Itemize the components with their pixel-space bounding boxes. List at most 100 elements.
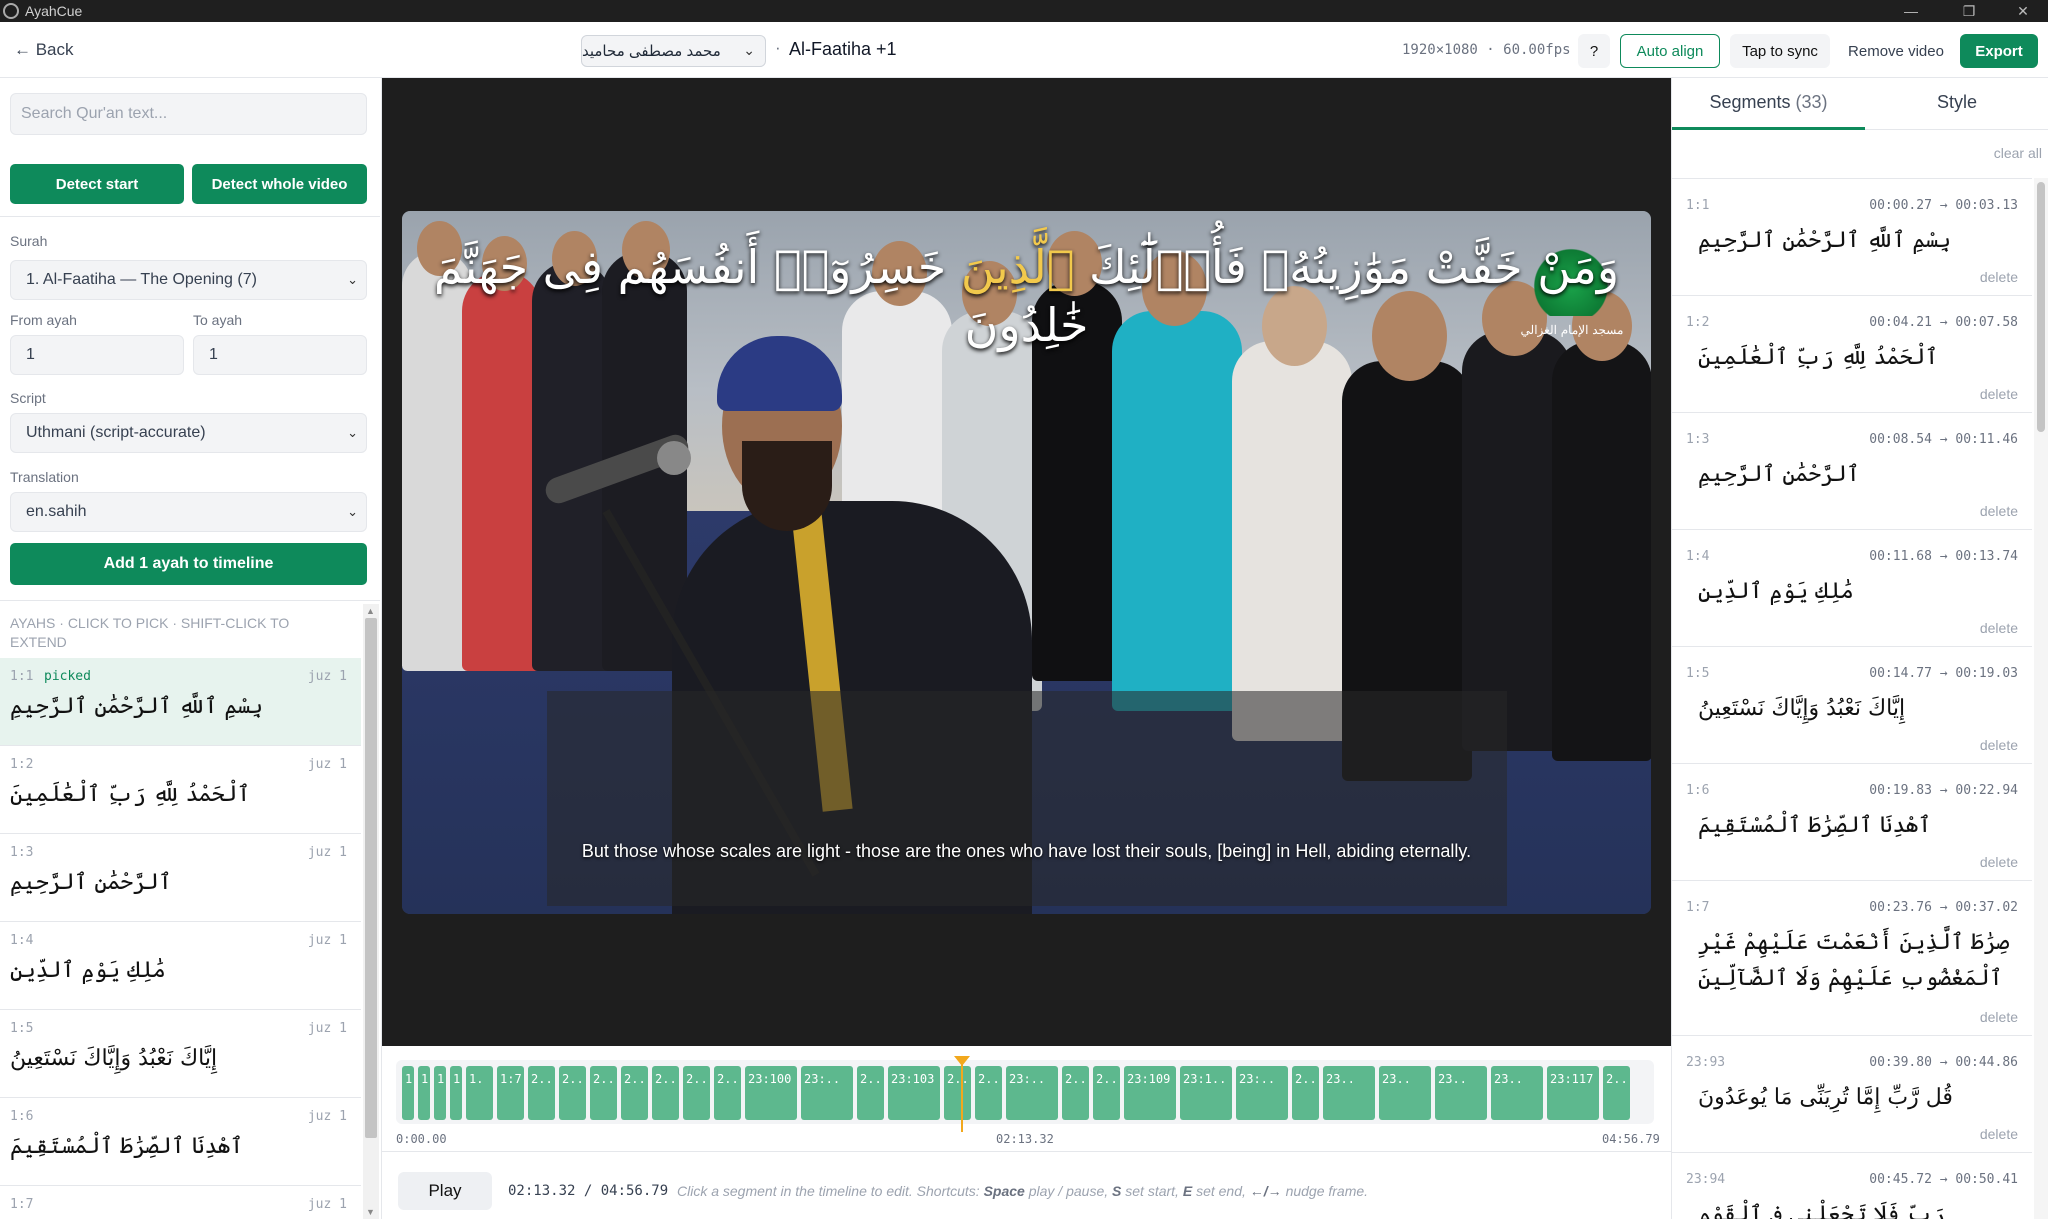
timeline-segment[interactable]: 2..: [714, 1066, 741, 1120]
delete-segment-button[interactable]: delete: [1980, 1009, 2018, 1025]
segment-item[interactable]: 23:94 00:45.72 → 00:50.41 رَبِّ فَلَا تَجْ…: [1672, 1153, 2032, 1219]
remove-video-button[interactable]: Remove video: [1840, 34, 1952, 68]
timeline-segment[interactable]: 23:100: [745, 1066, 797, 1120]
scrollbar-thumb[interactable]: [365, 618, 377, 1138]
scroll-up-icon[interactable]: ▲: [366, 606, 375, 616]
segment-times: 00:11.68 → 00:13.74: [1869, 549, 2018, 564]
video-frame[interactable]: مسجد الإمام الغزالي وَمَنْ خَفَّتْ مَوَٰ…: [402, 211, 1651, 914]
detect-start-button[interactable]: Detect start: [10, 164, 184, 204]
timeline-segment[interactable]: 2..: [590, 1066, 617, 1120]
segment-item[interactable]: 1:2 00:04.21 → 00:07.58 ٱلْحَمْدُ لِلَّهِ …: [1672, 296, 2032, 413]
segment-times: 00:19.83 → 00:22.94: [1869, 783, 2018, 798]
add-to-timeline-button[interactable]: Add 1 ayah to timeline: [10, 543, 367, 585]
minimize-icon[interactable]: —: [1888, 0, 1934, 22]
timeline-segment[interactable]: 1.: [466, 1066, 493, 1120]
timeline-segment[interactable]: 1: [450, 1066, 462, 1120]
scrollbar-thumb[interactable]: [2037, 182, 2045, 432]
worshipper: [1552, 341, 1651, 761]
caption-arabic-post: خَسِرُوٓا۟ أَنفُسَهُم فِى جَهَنَّمَ: [433, 240, 961, 294]
timeline-segment[interactable]: 1: [402, 1066, 414, 1120]
timeline-tick-mid: 02:13.32: [996, 1132, 1054, 1146]
timeline-segment[interactable]: 2..: [559, 1066, 586, 1120]
segment-item[interactable]: 1:4 00:11.68 → 00:13.74 مَٰلِكِ يَوْمِ ٱلد…: [1672, 530, 2032, 647]
delete-segment-button[interactable]: delete: [1980, 737, 2018, 753]
translation-select[interactable]: en.sahih ⌄: [10, 492, 367, 532]
timeline-segment[interactable]: 2..: [944, 1066, 971, 1120]
clear-all-button[interactable]: clear all: [1994, 145, 2042, 161]
segment-item[interactable]: 23:93 00:39.80 → 00:44.86 قُل رَّبِّ إِمَّ…: [1672, 1036, 2032, 1153]
timeline-segment[interactable]: 2..: [528, 1066, 555, 1120]
timeline-segment[interactable]: 2..: [1292, 1066, 1319, 1120]
export-button[interactable]: Export: [1960, 34, 2038, 68]
timeline-segment[interactable]: 2..: [621, 1066, 648, 1120]
timeline-segment[interactable]: 23:1..: [1180, 1066, 1232, 1120]
playhead[interactable]: [961, 1062, 963, 1132]
chevron-down-icon: ⌄: [347, 272, 358, 287]
timeline-segment[interactable]: 23:..: [1006, 1066, 1058, 1120]
ayah-list-item[interactable]: 1:3 juz 1 ٱلرَّحْمَٰنِ ٱلرَّحِيمِ: [0, 834, 361, 922]
play-button[interactable]: Play: [398, 1172, 492, 1210]
tab-segments[interactable]: Segments (33): [1672, 78, 1865, 130]
back-button[interactable]: ← Back: [14, 40, 74, 60]
restore-icon[interactable]: ❐: [1946, 0, 1992, 22]
ayah-list-item[interactable]: 1:7 juz 1: [0, 1186, 361, 1219]
segment-item[interactable]: 1:7 00:23.76 → 00:37.02 صِرَٰطَ ٱلَّذِينَ …: [1672, 881, 2032, 1036]
help-button[interactable]: ?: [1578, 34, 1610, 68]
segment-item[interactable]: 1:1 00:00.27 → 00:03.13 بِسْمِ ٱللَّهِ ٱلر…: [1672, 179, 2032, 296]
delete-segment-button[interactable]: delete: [1980, 386, 2018, 402]
timeline-segment[interactable]: 1: [418, 1066, 430, 1120]
detect-whole-video-button[interactable]: Detect whole video: [192, 164, 367, 204]
to-ayah-input[interactable]: 1: [193, 335, 367, 375]
timeline-segment[interactable]: 2..: [652, 1066, 679, 1120]
delete-segment-button[interactable]: delete: [1980, 854, 2018, 870]
delete-segment-button[interactable]: delete: [1980, 269, 2018, 285]
surah-select[interactable]: 1. Al-Faatiha — The Opening (7) ⌄: [10, 260, 367, 300]
timeline-segment[interactable]: 23..: [1323, 1066, 1375, 1120]
timeline-segment[interactable]: 23:..: [801, 1066, 853, 1120]
timeline-segment[interactable]: 23..: [1435, 1066, 1487, 1120]
delete-segment-button[interactable]: delete: [1980, 1126, 2018, 1142]
timeline-segment[interactable]: 1: [434, 1066, 446, 1120]
scroll-down-icon[interactable]: ▼: [366, 1207, 375, 1217]
timeline-segment[interactable]: 23..: [1379, 1066, 1431, 1120]
segment-times: 00:04.21 → 00:07.58: [1869, 315, 2018, 330]
timeline-segment[interactable]: 23:103: [888, 1066, 940, 1120]
timeline-segment[interactable]: 23:117: [1547, 1066, 1599, 1120]
ayah-list-item[interactable]: 1:1 picked juz 1 بِسْمِ ٱللَّهِ ٱلرَّحْمَٰن…: [0, 658, 361, 746]
caption-arabic-line-2: خَٰلِدُونَ: [964, 298, 1089, 352]
ayah-list-item[interactable]: 1:4 juz 1 مَٰلِكِ يَوْمِ ٱلدِّينِ: [0, 922, 361, 1010]
timeline-segment[interactable]: 2..: [1062, 1066, 1089, 1120]
timeline-segment[interactable]: 2..: [1093, 1066, 1120, 1120]
from-ayah-input[interactable]: 1: [10, 335, 184, 375]
ayah-list-scrollbar[interactable]: ▲ ▼: [363, 604, 379, 1219]
ayah-list-item[interactable]: 1:5 juz 1 إِيَّاكَ نَعْبُدُ وَإِيَّاكَ نَس…: [0, 1010, 361, 1098]
timeline-segment[interactable]: 2..: [1603, 1066, 1630, 1120]
timeline-segment[interactable]: 2..: [683, 1066, 710, 1120]
timeline-segment[interactable]: 23:109: [1124, 1066, 1176, 1120]
segment-item[interactable]: 1:5 00:14.77 → 00:19.03 إِيَّاكَ نَعْبُدُ …: [1672, 647, 2032, 764]
top-toolbar: ← Back محمد مصطفى محاميد ⌄ · Al-Faatiha …: [0, 22, 2048, 78]
ayah-list-item[interactable]: 1:2 juz 1 ٱلْحَمْدُ لِلَّهِ رَبِّ ٱلْعَٰلَ…: [0, 746, 361, 834]
auto-align-button[interactable]: Auto align: [1620, 34, 1720, 68]
close-icon[interactable]: ✕: [2000, 0, 2046, 22]
caption-arabic-pre: وَمَنْ خَفَّتْ مَوَٰزِينُهُۥ فَأُو۟لَٰٓئ…: [1074, 240, 1620, 294]
delete-segment-button[interactable]: delete: [1980, 620, 2018, 636]
timeline-segment[interactable]: 2..: [857, 1066, 884, 1120]
script-select[interactable]: Uthmani (script-accurate) ⌄: [10, 413, 367, 453]
timeline-segment[interactable]: 2..: [975, 1066, 1002, 1120]
segment-times: 00:14.77 → 00:19.03: [1869, 666, 2018, 681]
tap-to-sync-button[interactable]: Tap to sync: [1730, 34, 1830, 68]
segment-list-scrollbar[interactable]: [2034, 178, 2048, 1219]
ayah-list-item[interactable]: 1:6 juz 1 ٱهْدِنَا ٱلصِّرَٰطَ ٱلْمُسْتَقِي…: [0, 1098, 361, 1186]
timeline-segment[interactable]: 23..: [1491, 1066, 1543, 1120]
segment-item[interactable]: 1:3 00:08.54 → 00:11.46 ٱلرَّحْمَٰنِ ٱلرَّ…: [1672, 413, 2032, 530]
delete-segment-button[interactable]: delete: [1980, 503, 2018, 519]
timeline-track[interactable]: 2.. 23:117 23.. 23.. 23.. 23.. 2.. 23:.. 23:1.. 2…: [396, 1056, 1654, 1132]
hint-key-arrows: ←/→: [1249, 1183, 1282, 1199]
timeline-segment[interactable]: 1:7: [497, 1066, 524, 1120]
quran-search-input[interactable]: Search Qur'an text...: [10, 93, 367, 135]
segment-item[interactable]: 1:6 00:19.83 → 00:22.94 ٱهْدِنَا ٱلصِّرَٰط…: [1672, 764, 2032, 881]
tab-style[interactable]: Style: [1865, 78, 2048, 130]
reciter-select[interactable]: محمد مصطفى محاميد ⌄: [581, 35, 766, 67]
timeline-segment[interactable]: 23:..: [1236, 1066, 1288, 1120]
